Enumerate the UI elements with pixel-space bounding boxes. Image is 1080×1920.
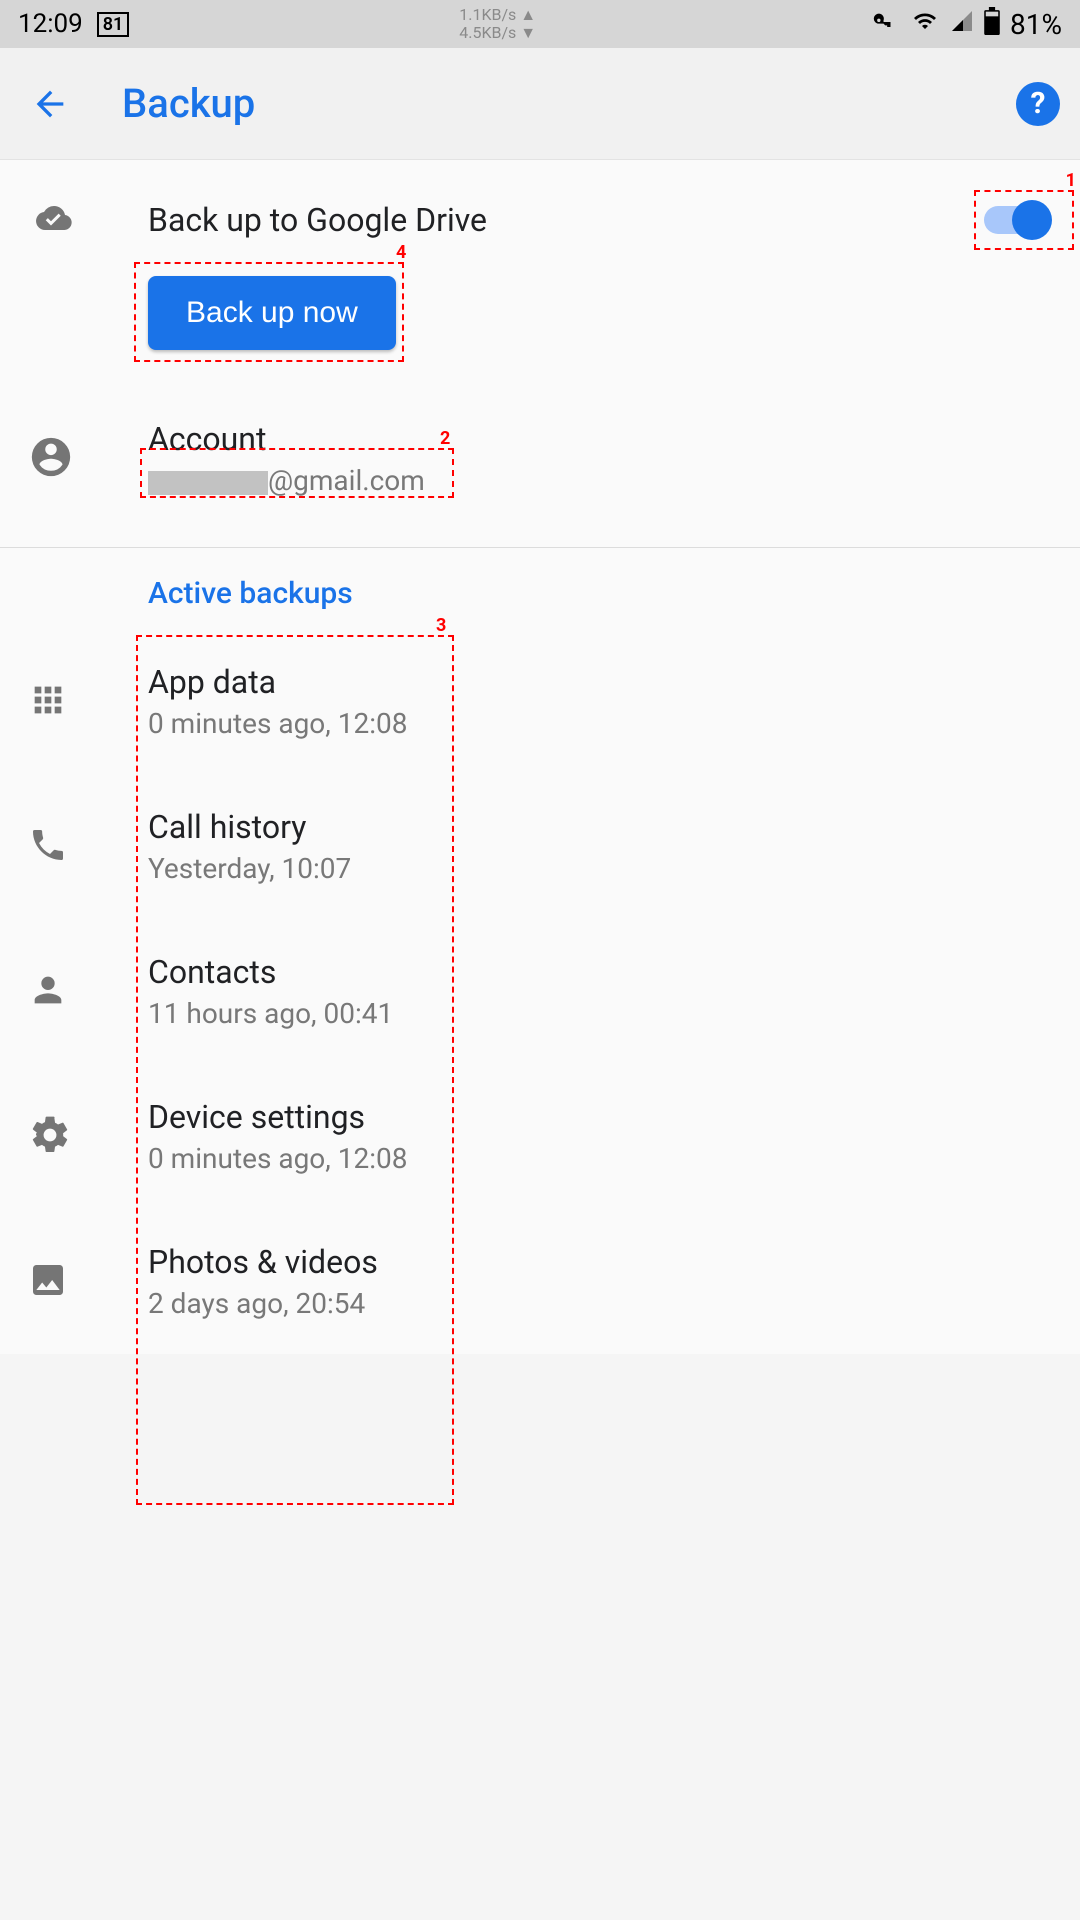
backup-item-photos-videos[interactable]: Photos & videos 2 days ago, 20:54 <box>0 1209 1080 1354</box>
backup-item-title: App data <box>148 663 1052 701</box>
backup-item-title: Contacts <box>148 953 1052 991</box>
backup-toggle-switch[interactable] <box>980 200 1052 240</box>
backup-item-subtitle: 2 days ago, 20:54 <box>148 1287 1052 1320</box>
help-icon: ? <box>1031 86 1046 121</box>
account-title: Account <box>148 420 1052 458</box>
backup-item-subtitle: 11 hours ago, 00:41 <box>148 997 1052 1030</box>
account-row[interactable]: Account @gmail.com 2 <box>0 390 1080 547</box>
page-title: Backup <box>122 80 1016 127</box>
wifi-icon <box>910 9 940 40</box>
person-icon <box>28 970 68 1014</box>
backup-item-call-history[interactable]: Call history Yesterday, 10:07 <box>0 774 1080 919</box>
status-date-box: 81 <box>97 12 130 37</box>
backup-toggle-row[interactable]: Back up to Google Drive 1 <box>0 160 1080 270</box>
status-bar: 12:09 81 1.1KB/s ▲ 4.5KB/s ▼ 81% <box>0 0 1080 48</box>
cloud-done-icon <box>28 200 80 240</box>
backup-item-device-settings[interactable]: Device settings 0 minutes ago, 12:08 <box>0 1064 1080 1209</box>
account-email: @gmail.com <box>148 464 1052 497</box>
app-header: Backup ? <box>0 48 1080 160</box>
backup-now-button[interactable]: Back up now <box>148 276 396 350</box>
backup-item-subtitle: 0 minutes ago, 12:08 <box>148 1142 1052 1175</box>
gear-icon <box>28 1113 72 1161</box>
backup-item-title: Photos & videos <box>148 1243 1052 1281</box>
backup-toggle-label: Back up to Google Drive <box>148 201 980 239</box>
phone-icon <box>28 825 68 869</box>
apps-icon <box>28 680 68 724</box>
backup-item-title: Device settings <box>148 1098 1052 1136</box>
backup-item-subtitle: Yesterday, 10:07 <box>148 852 1052 885</box>
backup-item-app-data[interactable]: App data 0 minutes ago, 12:08 <box>0 629 1080 774</box>
active-backups-header: Active backups <box>0 548 1080 629</box>
account-circle-icon <box>28 434 74 484</box>
backup-item-subtitle: 0 minutes ago, 12:08 <box>148 707 1052 740</box>
backup-item-contacts[interactable]: Contacts 11 hours ago, 00:41 <box>0 919 1080 1064</box>
battery-icon <box>984 7 1000 42</box>
help-button[interactable]: ? <box>1016 82 1060 126</box>
status-network-speed: 1.1KB/s ▲ 4.5KB/s ▼ <box>459 6 536 41</box>
battery-percent: 81% <box>1010 8 1062 41</box>
backup-now-row: Back up now 4 <box>0 270 1080 390</box>
status-time: 12:09 <box>18 9 83 39</box>
backup-item-title: Call history <box>148 808 1052 846</box>
signal-icon <box>950 9 974 40</box>
vpn-key-icon <box>866 9 900 39</box>
redacted-email-user <box>148 471 268 495</box>
image-icon <box>28 1260 68 1304</box>
back-button[interactable] <box>20 74 80 134</box>
